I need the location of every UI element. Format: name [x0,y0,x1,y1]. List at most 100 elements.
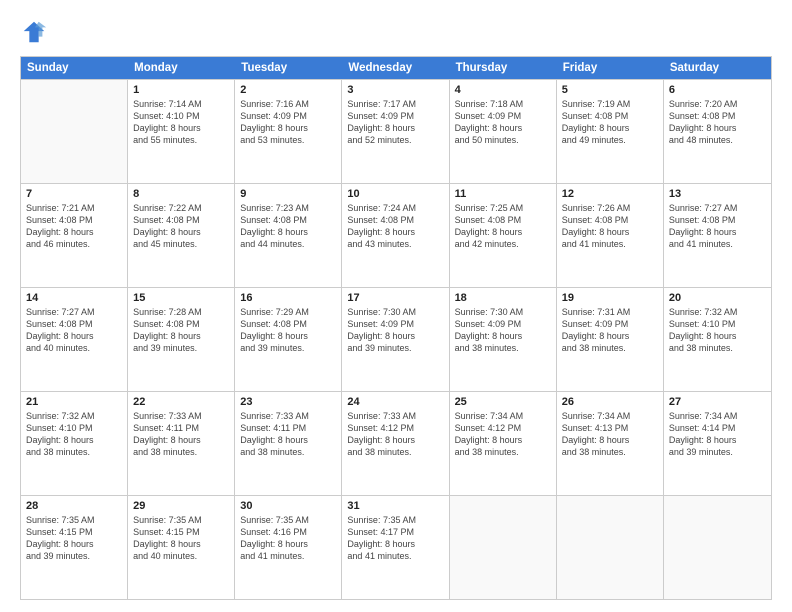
calendar-cell: 17 Sunrise: 7:30 AM Sunset: 4:09 PM Dayli… [342,288,449,391]
calendar-cell: 27Sunrise: 7:34 AM Sunset: 4:14 PM Dayli… [664,392,771,495]
calendar-cell: 8 Sunrise: 7:22 AM Sunset: 4:08 PM Daylig… [128,184,235,287]
day-info: Sunrise: 7:35 AM Sunset: 4:15 PM Dayligh… [26,514,122,563]
day-number: 6 [669,84,766,96]
header-day-saturday: Saturday [664,57,771,79]
day-info: Sunrise: 7:27 AM Sunset: 4:08 PM Dayligh… [26,306,122,355]
calendar-cell: 3 Sunrise: 7:17 AM Sunset: 4:09 PM Daylig… [342,80,449,183]
day-number: 15 [133,292,229,304]
day-number: 8 [133,188,229,200]
calendar-cell: 9 Sunrise: 7:23 AM Sunset: 4:08 PM Daylig… [235,184,342,287]
day-info: Sunrise: 7:22 AM Sunset: 4:08 PM Dayligh… [133,202,229,251]
calendar-cell: 20 Sunrise: 7:32 AM Sunset: 4:10 PM Dayli… [664,288,771,391]
calendar-cell [664,496,771,599]
day-info: Sunrise: 7:32 AM Sunset: 4:10 PM Dayligh… [26,410,122,459]
day-info: Sunrise: 7:16 AM Sunset: 4:09 PM Dayligh… [240,98,336,147]
header-day-sunday: Sunday [21,57,128,79]
day-number: 13 [669,188,766,200]
day-number: 2 [240,84,336,96]
day-info: Sunrise: 7:14 AM Sunset: 4:10 PM Dayligh… [133,98,229,147]
header-day-thursday: Thursday [450,57,557,79]
day-number: 11 [455,188,551,200]
calendar-cell: 16 Sunrise: 7:29 AM Sunset: 4:08 PM Dayli… [235,288,342,391]
calendar: SundayMondayTuesdayWednesdayThursdayFrid… [20,56,772,600]
day-info: Sunrise: 7:30 AM Sunset: 4:09 PM Dayligh… [347,306,443,355]
calendar-cell: 18 Sunrise: 7:30 AM Sunset: 4:09 PM Dayli… [450,288,557,391]
day-info: Sunrise: 7:35 AM Sunset: 4:17 PM Dayligh… [347,514,443,563]
calendar-header: SundayMondayTuesdayWednesdayThursdayFrid… [21,57,771,79]
day-number: 25 [455,396,551,408]
day-info: Sunrise: 7:30 AM Sunset: 4:09 PM Dayligh… [455,306,551,355]
header-day-wednesday: Wednesday [342,57,449,79]
day-info: Sunrise: 7:27 AM Sunset: 4:08 PM Dayligh… [669,202,766,251]
day-info: Sunrise: 7:19 AM Sunset: 4:08 PM Dayligh… [562,98,658,147]
day-number: 23 [240,396,336,408]
day-number: 29 [133,500,229,512]
calendar-cell: 14Sunrise: 7:27 AM Sunset: 4:08 PM Dayli… [21,288,128,391]
day-number: 31 [347,500,443,512]
day-info: Sunrise: 7:18 AM Sunset: 4:09 PM Dayligh… [455,98,551,147]
day-number: 22 [133,396,229,408]
day-number: 7 [26,188,122,200]
day-info: Sunrise: 7:33 AM Sunset: 4:11 PM Dayligh… [133,410,229,459]
day-info: Sunrise: 7:33 AM Sunset: 4:12 PM Dayligh… [347,410,443,459]
calendar-cell: 10 Sunrise: 7:24 AM Sunset: 4:08 PM Dayli… [342,184,449,287]
calendar-cell: 15Sunrise: 7:28 AM Sunset: 4:08 PM Dayli… [128,288,235,391]
day-number: 26 [562,396,658,408]
calendar-cell: 13 Sunrise: 7:27 AM Sunset: 4:08 PM Dayli… [664,184,771,287]
day-info: Sunrise: 7:33 AM Sunset: 4:11 PM Dayligh… [240,410,336,459]
day-number: 10 [347,188,443,200]
day-number: 16 [240,292,336,304]
calendar-body: 1Sunrise: 7:14 AM Sunset: 4:10 PM Daylig… [21,79,771,599]
day-info: Sunrise: 7:35 AM Sunset: 4:16 PM Dayligh… [240,514,336,563]
calendar-cell: 29Sunrise: 7:35 AM Sunset: 4:15 PM Dayli… [128,496,235,599]
day-number: 12 [562,188,658,200]
calendar-row-2: 7 Sunrise: 7:21 AM Sunset: 4:08 PM Daylig… [21,183,771,287]
day-number: 4 [455,84,551,96]
day-info: Sunrise: 7:29 AM Sunset: 4:08 PM Dayligh… [240,306,336,355]
calendar-cell: 23 Sunrise: 7:33 AM Sunset: 4:11 PM Dayli… [235,392,342,495]
calendar-cell: 7 Sunrise: 7:21 AM Sunset: 4:08 PM Daylig… [21,184,128,287]
day-number: 28 [26,500,122,512]
day-number: 18 [455,292,551,304]
calendar-cell: 22 Sunrise: 7:33 AM Sunset: 4:11 PM Dayli… [128,392,235,495]
day-info: Sunrise: 7:34 AM Sunset: 4:13 PM Dayligh… [562,410,658,459]
day-info: Sunrise: 7:32 AM Sunset: 4:10 PM Dayligh… [669,306,766,355]
day-number: 21 [26,396,122,408]
day-info: Sunrise: 7:24 AM Sunset: 4:08 PM Dayligh… [347,202,443,251]
day-number: 9 [240,188,336,200]
calendar-cell: 1Sunrise: 7:14 AM Sunset: 4:10 PM Daylig… [128,80,235,183]
calendar-cell [21,80,128,183]
day-number: 20 [669,292,766,304]
calendar-cell: 5 Sunrise: 7:19 AM Sunset: 4:08 PM Daylig… [557,80,664,183]
day-info: Sunrise: 7:21 AM Sunset: 4:08 PM Dayligh… [26,202,122,251]
calendar-row-1: 1Sunrise: 7:14 AM Sunset: 4:10 PM Daylig… [21,79,771,183]
calendar-row-4: 21 Sunrise: 7:32 AM Sunset: 4:10 PM Dayli… [21,391,771,495]
calendar-row-5: 28 Sunrise: 7:35 AM Sunset: 4:15 PM Dayli… [21,495,771,599]
calendar-cell: 26 Sunrise: 7:34 AM Sunset: 4:13 PM Dayli… [557,392,664,495]
day-info: Sunrise: 7:25 AM Sunset: 4:08 PM Dayligh… [455,202,551,251]
day-number: 17 [347,292,443,304]
day-number: 5 [562,84,658,96]
page: SundayMondayTuesdayWednesdayThursdayFrid… [0,0,792,612]
calendar-cell: 31 Sunrise: 7:35 AM Sunset: 4:17 PM Dayli… [342,496,449,599]
calendar-cell: 25Sunrise: 7:34 AM Sunset: 4:12 PM Dayli… [450,392,557,495]
header-day-friday: Friday [557,57,664,79]
calendar-cell: 2 Sunrise: 7:16 AM Sunset: 4:09 PM Daylig… [235,80,342,183]
calendar-cell: 28 Sunrise: 7:35 AM Sunset: 4:15 PM Dayli… [21,496,128,599]
day-info: Sunrise: 7:23 AM Sunset: 4:08 PM Dayligh… [240,202,336,251]
logo-icon [20,18,48,46]
calendar-row-3: 14Sunrise: 7:27 AM Sunset: 4:08 PM Dayli… [21,287,771,391]
day-info: Sunrise: 7:20 AM Sunset: 4:08 PM Dayligh… [669,98,766,147]
day-number: 3 [347,84,443,96]
day-info: Sunrise: 7:31 AM Sunset: 4:09 PM Dayligh… [562,306,658,355]
day-number: 27 [669,396,766,408]
calendar-cell [450,496,557,599]
header [20,18,772,46]
logo [20,18,52,46]
day-info: Sunrise: 7:17 AM Sunset: 4:09 PM Dayligh… [347,98,443,147]
day-number: 30 [240,500,336,512]
calendar-cell: 4 Sunrise: 7:18 AM Sunset: 4:09 PM Daylig… [450,80,557,183]
calendar-cell [557,496,664,599]
calendar-cell: 12Sunrise: 7:26 AM Sunset: 4:08 PM Dayli… [557,184,664,287]
day-number: 19 [562,292,658,304]
